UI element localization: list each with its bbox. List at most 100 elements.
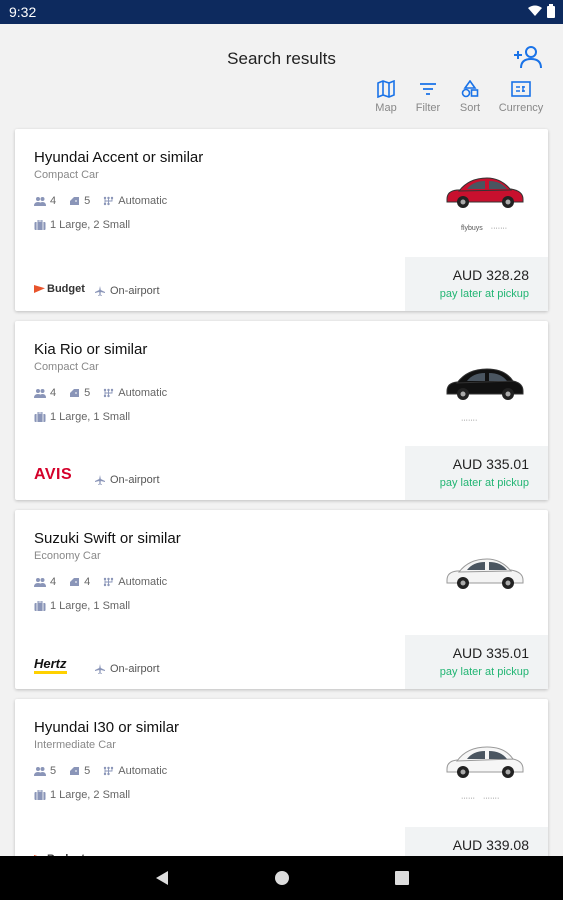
seats-value: 4 bbox=[50, 576, 57, 588]
transmission-icon bbox=[104, 577, 114, 587]
car-name: Hyundai Accent or similar bbox=[34, 149, 204, 166]
car-image bbox=[446, 368, 524, 400]
toolbar: Map Filter Sort Currency bbox=[0, 80, 563, 120]
battery-icon bbox=[547, 4, 555, 18]
partner-logos: ······ ······· bbox=[461, 795, 499, 802]
seats-icon bbox=[34, 197, 46, 206]
avis-logo: AVIS bbox=[34, 466, 73, 483]
filter-icon bbox=[420, 83, 436, 95]
tool-sort-label: Sort bbox=[459, 102, 481, 114]
price: AUD 335.01 bbox=[452, 456, 529, 472]
partner-logo: ······ bbox=[461, 795, 475, 802]
luggage-icon bbox=[34, 220, 46, 230]
luggage-value: 1 Large, 2 Small bbox=[50, 789, 131, 801]
price: AUD 328.28 bbox=[452, 267, 529, 283]
recents-icon[interactable] bbox=[395, 870, 409, 886]
car-image bbox=[446, 746, 524, 778]
doors-icon bbox=[70, 197, 80, 205]
luggage-value: 1 Large, 1 Small bbox=[50, 600, 131, 612]
transmission-icon bbox=[104, 766, 114, 776]
luggage-spec: 1 Large, 2 Small bbox=[34, 219, 130, 231]
seats-spec: 4 bbox=[34, 576, 56, 588]
transmission-spec: Automatic bbox=[103, 387, 167, 399]
seats-spec: 4 bbox=[34, 387, 56, 399]
luggage-value: 1 Large, 1 Small bbox=[50, 411, 131, 423]
car-name: Kia Rio or similar bbox=[34, 341, 148, 358]
map-icon bbox=[377, 80, 395, 98]
transmission-value: Automatic bbox=[118, 195, 168, 207]
vendor-logo: Budget bbox=[34, 283, 85, 295]
doors-spec: 5 bbox=[69, 195, 90, 207]
luggage-spec: 1 Large, 1 Small bbox=[34, 411, 130, 423]
location-info: On-airport bbox=[95, 663, 160, 675]
seats-spec: 4 bbox=[34, 195, 56, 207]
car-image bbox=[446, 558, 524, 589]
doors-value: 4 bbox=[84, 576, 91, 588]
car-specs: 4 4 Automatic bbox=[34, 576, 180, 588]
result-card[interactable]: Suzuki Swift or similar Economy Car 4 4 … bbox=[15, 510, 548, 689]
tool-sort[interactable]: Sort bbox=[445, 80, 495, 114]
transmission-icon bbox=[104, 388, 114, 398]
tool-currency-label: Currency bbox=[498, 102, 544, 114]
add-user-icon[interactable] bbox=[512, 44, 544, 70]
doors-value: 5 bbox=[84, 765, 91, 777]
vendor-logo: AVIS bbox=[34, 466, 72, 484]
price-box[interactable]: AUD 335.01 pay later at pickup bbox=[405, 635, 548, 689]
airport-icon bbox=[95, 475, 105, 485]
page-title: Search results bbox=[227, 49, 336, 68]
car-class: Compact Car bbox=[34, 361, 99, 373]
tool-currency[interactable]: Currency bbox=[496, 80, 546, 114]
home-icon[interactable] bbox=[274, 870, 290, 886]
result-card[interactable]: Hyundai I30 or similar Intermediate Car … bbox=[15, 699, 548, 881]
doors-spec: 4 bbox=[69, 576, 90, 588]
navigation-bar bbox=[0, 856, 563, 900]
transmission-spec: Automatic bbox=[103, 576, 167, 588]
status-icons bbox=[528, 4, 555, 18]
doors-value: 5 bbox=[84, 387, 91, 399]
car-class: Economy Car bbox=[34, 550, 101, 562]
airport-icon bbox=[95, 664, 105, 674]
partner-logo: ······· bbox=[483, 795, 500, 802]
doors-value: 5 bbox=[84, 195, 91, 207]
payment-note: pay later at pickup bbox=[439, 288, 529, 300]
transmission-value: Automatic bbox=[118, 576, 168, 588]
seats-icon bbox=[34, 578, 46, 587]
partner-logos: flybuys ······· bbox=[461, 225, 507, 232]
luggage-value: 1 Large, 2 Small bbox=[50, 219, 131, 231]
car-specs: 4 5 Automatic bbox=[34, 387, 180, 399]
transmission-spec: Automatic bbox=[103, 195, 167, 207]
transmission-icon bbox=[104, 196, 114, 206]
wifi-icon bbox=[528, 5, 542, 16]
budget-logo: Budget bbox=[34, 283, 85, 295]
location-value: On-airport bbox=[110, 474, 160, 486]
doors-spec: 5 bbox=[69, 765, 90, 777]
partner-logos: ······· bbox=[461, 417, 477, 424]
seats-icon bbox=[34, 389, 46, 398]
price-box[interactable]: AUD 328.28 pay later at pickup bbox=[405, 257, 548, 311]
currency-icon bbox=[511, 81, 531, 97]
result-card[interactable]: Kia Rio or similar Compact Car 4 5 Autom… bbox=[15, 321, 548, 500]
partner-logo: flybuys bbox=[461, 225, 483, 232]
location-value: On-airport bbox=[110, 285, 160, 297]
airport-icon bbox=[95, 286, 105, 296]
location-info: On-airport bbox=[95, 285, 160, 297]
seats-value: 4 bbox=[50, 195, 57, 207]
status-bar: 9:32 bbox=[0, 0, 563, 24]
partner-logo: ······· bbox=[490, 225, 508, 232]
partner-logo: ······· bbox=[461, 417, 478, 424]
payment-note: pay later at pickup bbox=[439, 666, 529, 678]
app-bar: Search results Map Filter Sort Currency bbox=[0, 24, 563, 124]
car-specs: 4 5 Automatic bbox=[34, 195, 180, 207]
vendor-logo: Hertz bbox=[34, 655, 67, 674]
doors-icon bbox=[70, 578, 80, 586]
transmission-spec: Automatic bbox=[103, 765, 167, 777]
seats-spec: 5 bbox=[34, 765, 56, 777]
car-name: Hyundai I30 or similar bbox=[34, 719, 180, 736]
luggage-icon bbox=[34, 601, 46, 611]
price: AUD 335.01 bbox=[452, 645, 529, 661]
back-icon[interactable] bbox=[155, 870, 169, 886]
seats-icon bbox=[34, 767, 46, 776]
car-specs: 5 5 Automatic bbox=[34, 765, 180, 777]
price-box[interactable]: AUD 335.01 pay later at pickup bbox=[405, 446, 548, 500]
result-card[interactable]: Hyundai Accent or similar Compact Car 4 … bbox=[15, 129, 548, 311]
